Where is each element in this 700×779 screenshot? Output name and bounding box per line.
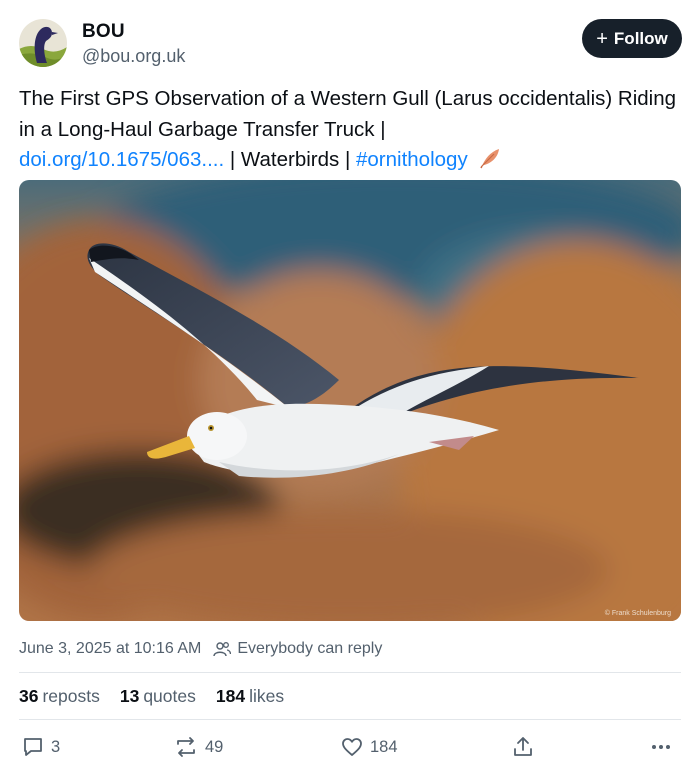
- journal-name: Waterbirds: [240, 148, 340, 171]
- more-options-button[interactable]: [650, 735, 672, 759]
- action-bar: 3 49 184: [0, 735, 700, 763]
- like-button[interactable]: 184: [340, 735, 398, 759]
- share-icon: [514, 737, 532, 756]
- post-image[interactable]: © Frank Schulenburg: [19, 180, 681, 621]
- post-text: The First GPS Observation of a Western G…: [19, 84, 684, 179]
- divider: [19, 719, 681, 720]
- likes-stat[interactable]: 184 likes: [216, 686, 284, 707]
- ellipsis-icon: [652, 745, 670, 749]
- feather-leaf-icon: [479, 147, 501, 179]
- photo-credit: © Frank Schulenburg: [604, 610, 671, 617]
- author-handle[interactable]: @bou.org.uk: [82, 46, 185, 67]
- repost-icon: [177, 737, 195, 757]
- author-display-name[interactable]: BOU: [82, 21, 125, 43]
- share-button[interactable]: [511, 735, 535, 759]
- reply-setting[interactable]: Everybody can reply: [237, 640, 382, 658]
- plus-icon: +: [596, 27, 608, 50]
- hashtag-link[interactable]: #ornithology: [356, 148, 468, 171]
- separator: |: [380, 117, 386, 141]
- like-count: 184: [370, 737, 398, 756]
- doi-link[interactable]: doi.org/10.1675/063....: [19, 148, 224, 171]
- post-title-text: The First GPS Observation of a Western G…: [19, 87, 677, 141]
- post-meta: June 3, 2025 at 10:16 AM Everybody can r…: [19, 640, 382, 658]
- divider: [19, 672, 681, 673]
- repost-button[interactable]: 49: [173, 735, 223, 759]
- reply-button[interactable]: 3: [21, 735, 60, 759]
- quotes-stat[interactable]: 13 quotes: [120, 686, 196, 707]
- repost-count: 49: [205, 737, 224, 756]
- gull-photo: [19, 180, 681, 621]
- bou-logo-icon: [19, 19, 67, 67]
- follow-button[interactable]: + Follow: [582, 19, 682, 58]
- follow-label: Follow: [613, 28, 668, 48]
- engagement-stats: 36 reposts 13 quotes 184 likes: [19, 686, 284, 707]
- reply-count: 3: [51, 737, 61, 756]
- avatar[interactable]: [19, 19, 67, 67]
- heart-icon: [342, 738, 362, 756]
- separator: |: [344, 148, 351, 171]
- people-icon: [213, 642, 232, 657]
- reply-icon: [24, 738, 42, 756]
- reposts-stat[interactable]: 36 reposts: [19, 686, 100, 707]
- separator: |: [229, 148, 236, 171]
- timestamp[interactable]: June 3, 2025 at 10:16 AM: [19, 640, 201, 658]
